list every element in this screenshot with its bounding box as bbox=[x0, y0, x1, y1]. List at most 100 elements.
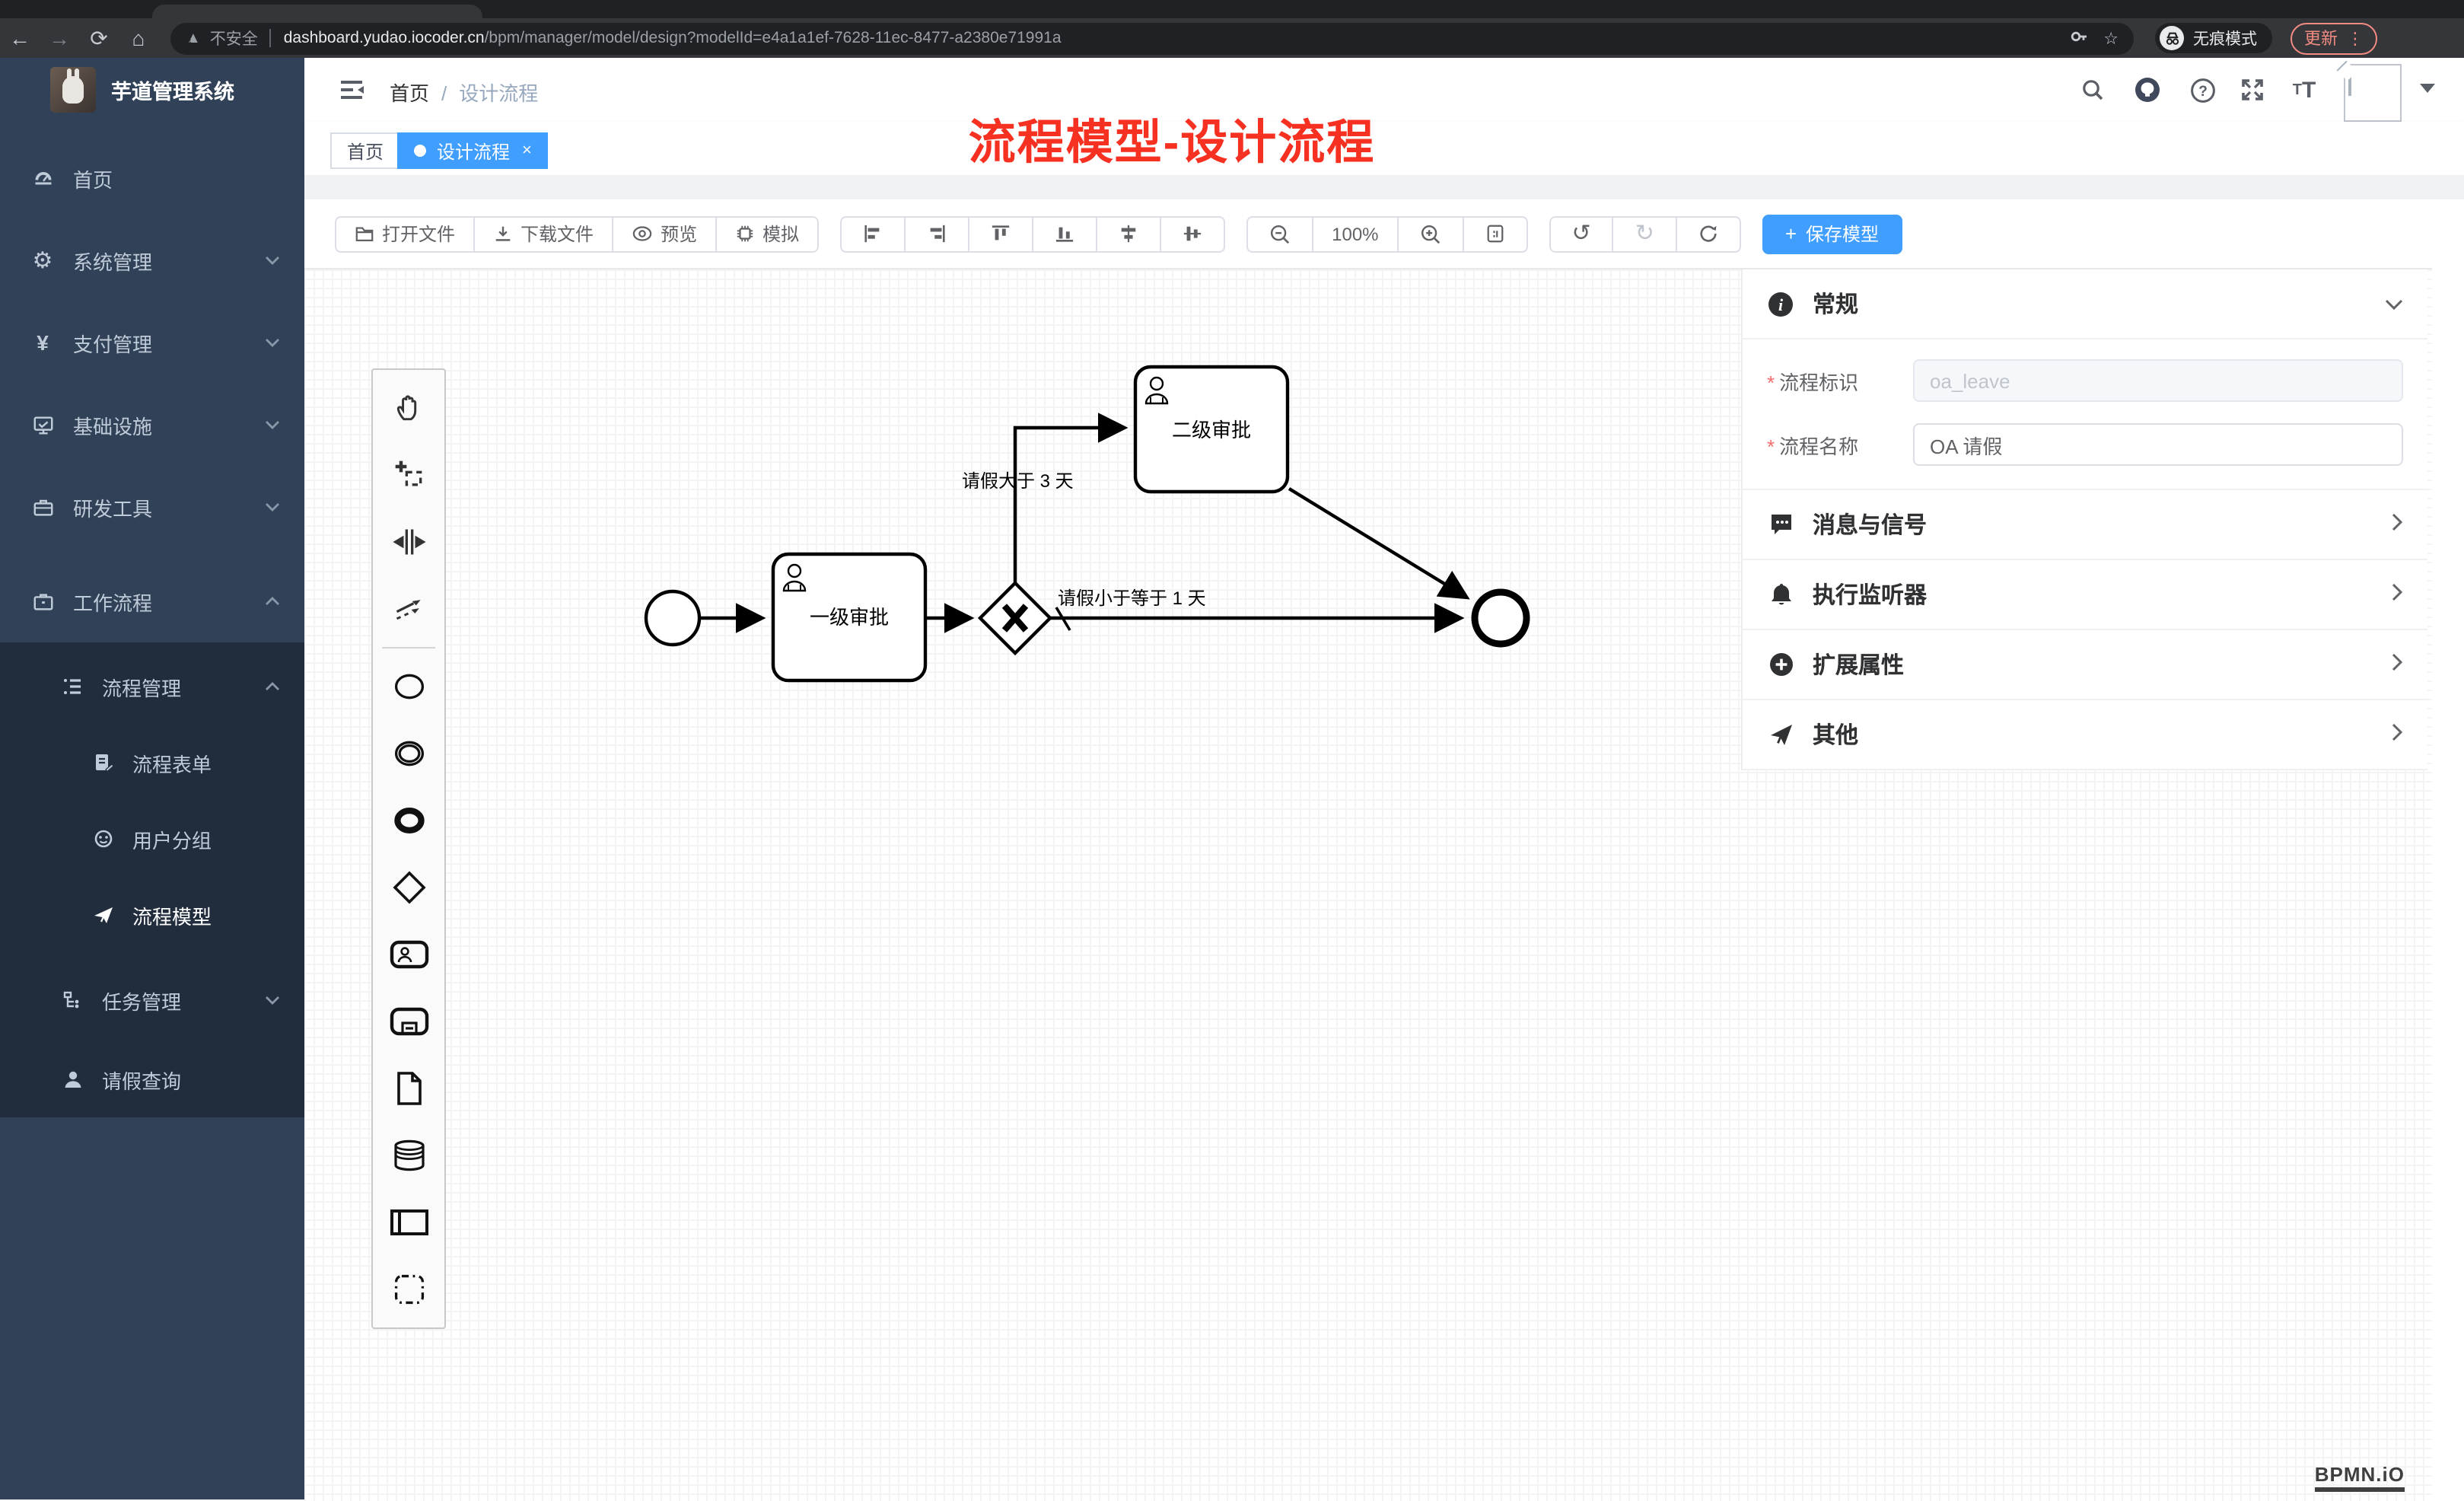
send-icon bbox=[91, 903, 114, 926]
sidebar-item-user-group[interactable]: 用户分组 bbox=[0, 801, 304, 877]
align-bottom-icon bbox=[1055, 224, 1074, 244]
sidebar-item-task-mgmt[interactable]: 任务管理 bbox=[0, 962, 304, 1038]
sidebar-item-infra[interactable]: 基础设施 bbox=[0, 384, 304, 466]
sidebar-item-system[interactable]: ⚙ 系统管理 bbox=[0, 219, 304, 301]
align-left-button[interactable] bbox=[840, 215, 906, 252]
align-button-group bbox=[840, 215, 1225, 252]
sidebar-item-workflow[interactable]: 工作流程 bbox=[0, 560, 304, 642]
forward-icon[interactable]: → bbox=[40, 18, 79, 58]
font-size-icon[interactable]: TT bbox=[2286, 72, 2322, 108]
redo-button[interactable]: ↻ bbox=[1612, 215, 1677, 252]
undo-button[interactable]: ↺ bbox=[1549, 215, 1614, 252]
end-event-node[interactable] bbox=[1475, 592, 1526, 644]
sidebar-item-process-model[interactable]: 流程模型 bbox=[0, 877, 304, 953]
close-icon[interactable]: × bbox=[522, 142, 532, 159]
start-event-node[interactable] bbox=[646, 591, 699, 645]
zoom-in-button[interactable] bbox=[1397, 215, 1464, 252]
exclusive-gateway-node[interactable] bbox=[980, 583, 1050, 653]
sidebar-item-label: 请假查询 bbox=[102, 1065, 181, 1094]
home-icon[interactable]: ⌂ bbox=[119, 18, 158, 58]
sidebar-item-label: 支付管理 bbox=[73, 328, 152, 357]
reset-view-button[interactable] bbox=[1463, 215, 1528, 252]
gear-icon: ⚙ bbox=[30, 248, 55, 272]
sidebar-collapse-icon[interactable] bbox=[338, 76, 365, 104]
content-gap bbox=[304, 175, 2464, 199]
align-top-button[interactable] bbox=[968, 215, 1033, 252]
align-bottom-button[interactable] bbox=[1032, 215, 1097, 252]
toolbox-icon bbox=[30, 495, 55, 519]
svg-text:i: i bbox=[1778, 295, 1784, 314]
app-title: 芋道管理系统 bbox=[111, 75, 234, 105]
zoom-button-group: 100% bbox=[1246, 215, 1527, 252]
fullscreen-icon[interactable] bbox=[2234, 72, 2271, 108]
process-key-input[interactable] bbox=[1913, 359, 2403, 402]
process-name-input[interactable] bbox=[1913, 423, 2403, 466]
panel-section-extensions[interactable]: 扩展属性 bbox=[1741, 630, 2427, 700]
help-icon[interactable]: ? bbox=[2184, 72, 2220, 108]
sidebar-item-devtools[interactable]: 研发工具 bbox=[0, 466, 304, 548]
svg-text:?: ? bbox=[2198, 83, 2207, 99]
save-model-button[interactable]: + 保存模型 bbox=[1762, 214, 1902, 253]
restart-button[interactable] bbox=[1676, 215, 1741, 252]
back-icon[interactable]: ← bbox=[0, 18, 40, 58]
align-right-button[interactable] bbox=[904, 215, 969, 252]
flow-gateway-to-task2[interactable] bbox=[1015, 428, 1123, 583]
security-label: 不安全 bbox=[210, 27, 258, 49]
task-node-level1[interactable]: 一级审批 bbox=[773, 554, 925, 680]
open-file-button[interactable]: 打开文件 bbox=[335, 215, 475, 252]
breadcrumb-home[interactable]: 首页 bbox=[390, 82, 429, 105]
panel-section-messages[interactable]: 消息与信号 bbox=[1741, 490, 2427, 560]
condition-label-lte1[interactable]: 请假小于等于 1 天 bbox=[1058, 588, 1206, 609]
reset-view-icon bbox=[1485, 224, 1505, 244]
breadcrumb-current: 设计流程 bbox=[459, 82, 538, 105]
refresh-icon bbox=[1698, 224, 1718, 244]
reload-icon[interactable]: ⟳ bbox=[79, 18, 119, 58]
task-node-level2[interactable]: 二级审批 bbox=[1135, 367, 1288, 492]
history-button-group: ↺ ↻ bbox=[1549, 215, 1741, 252]
panel-section-listeners[interactable]: 执行监听器 bbox=[1741, 560, 2427, 630]
simulate-button[interactable]: 模拟 bbox=[715, 215, 819, 252]
sidebar-item-label: 首页 bbox=[73, 164, 113, 193]
yen-icon: ¥ bbox=[30, 330, 55, 355]
condition-label-gt3[interactable]: 请假大于 3 天 bbox=[962, 471, 1074, 492]
flow-task2-to-end[interactable] bbox=[1289, 489, 1466, 597]
address-bar[interactable]: ▲! 不安全 dashboard.yudao.iocoder.cn/bpm/ma… bbox=[170, 22, 2134, 54]
sidebar-item-home[interactable]: 首页 bbox=[0, 137, 304, 219]
tab-design-process[interactable]: 设计流程 × bbox=[397, 132, 549, 169]
chevron-down-icon bbox=[265, 502, 280, 511]
sidebar-item-label: 任务管理 bbox=[102, 986, 181, 1015]
sidebar-item-leave-query[interactable]: 请假查询 bbox=[0, 1041, 304, 1117]
download-file-button[interactable]: 下载文件 bbox=[473, 215, 613, 252]
avatar[interactable] bbox=[2344, 64, 2402, 122]
app-logo-row[interactable]: 芋道管理系统 bbox=[0, 58, 304, 122]
github-icon[interactable] bbox=[2129, 72, 2166, 108]
key-icon[interactable] bbox=[2070, 27, 2088, 49]
tab-home[interactable]: 首页 bbox=[330, 132, 400, 169]
chevron-right-icon bbox=[2391, 511, 2403, 538]
sidebar-item-process-mgmt[interactable]: 流程管理 bbox=[0, 649, 304, 725]
preview-eye-icon bbox=[632, 224, 653, 244]
align-vcenter-button[interactable] bbox=[1096, 215, 1161, 252]
sidebar-item-payment[interactable]: ¥ 支付管理 bbox=[0, 301, 304, 384]
sidebar-item-label: 流程表单 bbox=[132, 748, 212, 777]
bpmn-io-watermark[interactable]: BPMN.iO bbox=[2315, 1463, 2405, 1492]
panel-section-general[interactable]: i 常规 bbox=[1741, 269, 2427, 339]
align-hcenter-button[interactable] bbox=[1160, 215, 1225, 252]
avatar-caret-icon[interactable] bbox=[2420, 84, 2435, 100]
zoom-out-button[interactable] bbox=[1246, 215, 1313, 252]
zoom-out-icon bbox=[1269, 223, 1291, 244]
plus-icon: + bbox=[1785, 222, 1797, 245]
search-icon[interactable] bbox=[2074, 72, 2111, 108]
browser-menu-icon[interactable]: ⋮ bbox=[2347, 28, 2364, 48]
monitor-icon bbox=[30, 413, 55, 437]
bpmn-canvas[interactable]: 一级审批 二级审批 请假大于 3 天 请假小于等于 1 天 bbox=[304, 268, 2432, 1501]
preview-button[interactable]: 预览 bbox=[612, 215, 717, 252]
tab-label: 首页 bbox=[347, 138, 384, 164]
sidebar-item-process-form[interactable]: 流程表单 bbox=[0, 725, 304, 801]
browser-tab-strip bbox=[0, 0, 2464, 18]
field-label: *流程标识 bbox=[1767, 366, 1913, 395]
panel-section-other[interactable]: 其他 bbox=[1741, 700, 2427, 770]
browser-update-button[interactable]: 更新 ⋮ bbox=[2291, 22, 2377, 54]
browser-tab[interactable] bbox=[152, 5, 482, 18]
bookmark-star-icon[interactable]: ☆ bbox=[2103, 28, 2119, 48]
